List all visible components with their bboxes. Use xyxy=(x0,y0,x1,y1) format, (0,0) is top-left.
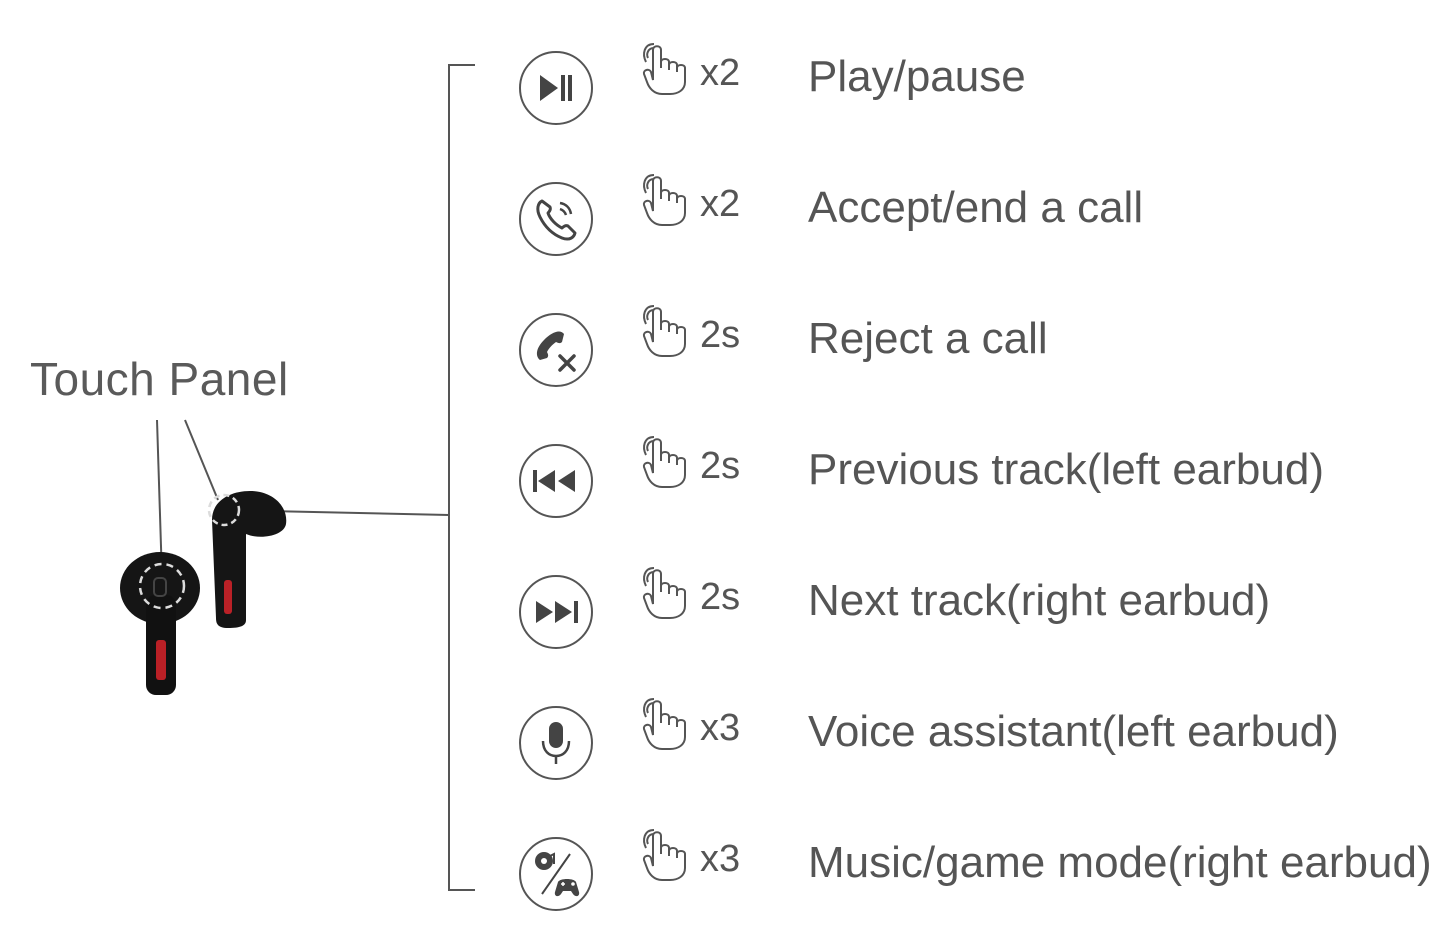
function-row: x3 Music/game mode(right earbud) xyxy=(0,829,1441,914)
function-row: x2 Accept/end a call xyxy=(0,174,1441,259)
tap-gesture-icon xyxy=(642,698,686,750)
function-row: 2s Reject a call xyxy=(0,305,1441,390)
tap-gesture-icon xyxy=(642,829,686,881)
gesture-count: 2s xyxy=(700,576,741,618)
tap-gesture-icon xyxy=(642,305,686,357)
gesture-count: x3 xyxy=(700,707,741,749)
phone-reject-icon xyxy=(519,313,593,387)
previous-track-icon xyxy=(519,444,593,518)
music-game-mode-icon xyxy=(519,837,593,911)
function-label: Accept/end a call xyxy=(808,183,1144,232)
tap-gesture-icon xyxy=(642,174,686,226)
function-row: x3 Voice assistant(left earbud) xyxy=(0,698,1441,783)
function-label: Next track(right earbud) xyxy=(808,576,1271,625)
function-row: x2 Play/pause xyxy=(0,43,1441,128)
next-track-icon xyxy=(519,575,593,649)
tap-gesture-icon xyxy=(642,436,686,488)
tap-gesture-icon xyxy=(642,43,686,95)
function-label: Voice assistant(left earbud) xyxy=(808,707,1339,756)
gesture-count: x2 xyxy=(700,183,741,225)
function-label: Previous track(left earbud) xyxy=(808,445,1324,494)
gesture-count: x3 xyxy=(700,838,741,880)
tap-gesture-icon xyxy=(642,567,686,619)
gesture-count: 2s xyxy=(700,314,741,356)
play-pause-icon xyxy=(519,51,593,125)
gesture-count: 2s xyxy=(700,445,741,487)
phone-call-icon xyxy=(519,182,593,256)
function-label: Music/game mode(right earbud) xyxy=(808,838,1432,887)
function-label: Play/pause xyxy=(808,52,1026,101)
touch-controls-diagram: Touch Panel x2 Play/pause x2 Accept/end … xyxy=(0,0,1441,942)
function-row: 2s Previous track(left earbud) xyxy=(0,436,1441,521)
function-row: 2s Next track(right earbud) xyxy=(0,567,1441,652)
microphone-icon xyxy=(519,706,593,780)
gesture-count: x2 xyxy=(700,52,741,94)
function-label: Reject a call xyxy=(808,314,1048,363)
